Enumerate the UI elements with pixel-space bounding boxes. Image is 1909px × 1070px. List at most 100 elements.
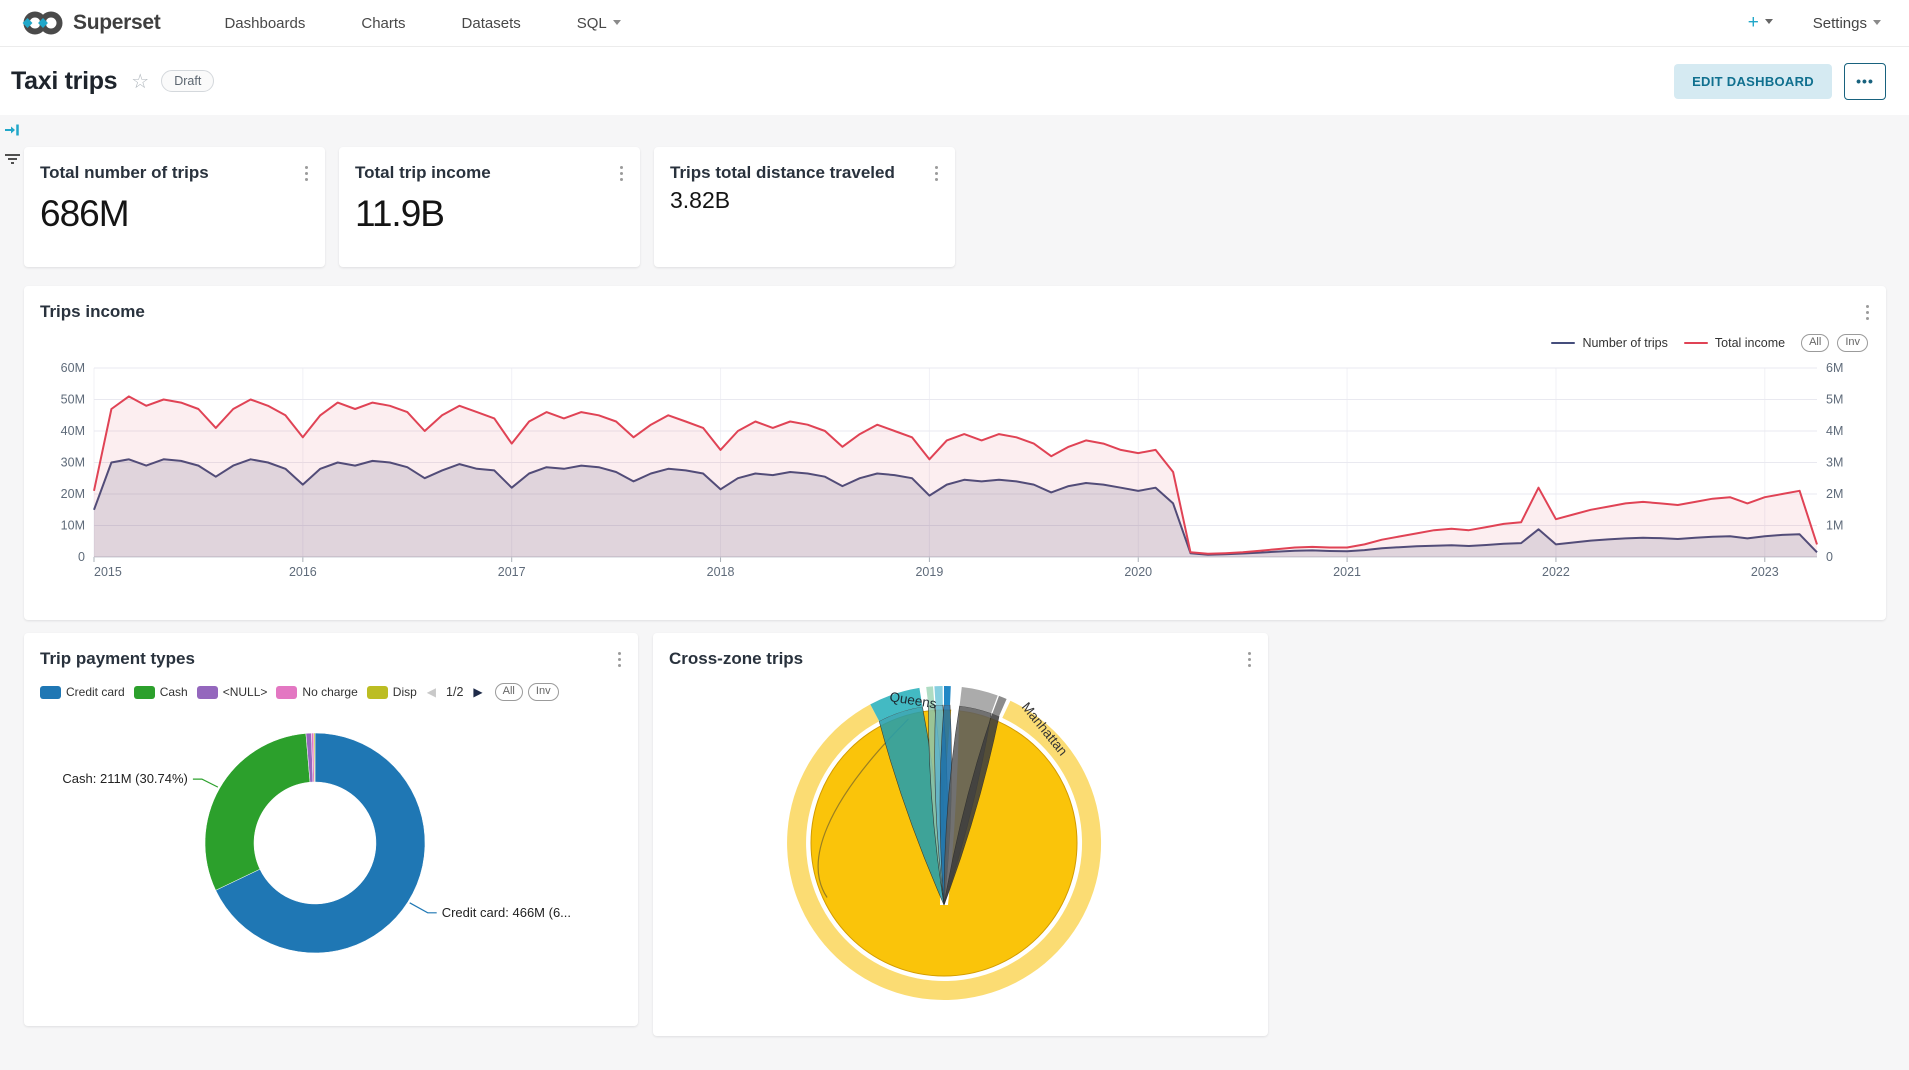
kpi-card-trip-income: Total trip income 11.9B — [339, 147, 640, 267]
kpi-card-total-trips: Total number of trips 686M — [24, 147, 325, 267]
cross-zone-trips-chart[interactable]: QueensManhattan — [653, 671, 1236, 1019]
y-left-tick-label: 40M — [61, 424, 85, 438]
legend-item-disp[interactable]: Disp — [367, 685, 417, 699]
trip-payment-types-chart[interactable]: Cash: 211M (30.74%)Credit card: 466M (6.… — [24, 701, 606, 997]
y-right-tick-label: 4M — [1826, 424, 1843, 438]
legend-item-cash[interactable]: Cash — [134, 685, 188, 699]
kpi-title: Total number of trips — [40, 162, 209, 183]
chart-title: Cross-zone trips — [669, 648, 803, 669]
status-badge: Draft — [161, 70, 214, 92]
x-tick-label: 2019 — [915, 565, 943, 579]
y-right-tick-label: 2M — [1826, 487, 1843, 501]
x-tick-label: 2015 — [94, 565, 122, 579]
legend-swatch — [197, 686, 218, 699]
x-tick-label: 2022 — [1542, 565, 1570, 579]
chevron-down-icon — [1873, 20, 1881, 25]
kpi-row: Total number of trips 686M Total trip in… — [24, 147, 1886, 267]
chart-title: Trips income — [40, 301, 145, 322]
kebab-menu-icon[interactable] — [302, 162, 311, 185]
legend-all-button[interactable]: All — [1801, 334, 1829, 352]
legend-item-number-of-trips[interactable]: Number of trips — [1551, 336, 1667, 350]
settings-menu[interactable]: Settings — [1813, 15, 1881, 32]
top-navbar: Superset Dashboards Charts Datasets SQL … — [0, 0, 1909, 47]
y-right-tick-label: 6M — [1826, 361, 1843, 375]
y-right-tick-label: 0 — [1826, 550, 1833, 564]
kpi-title: Trips total distance traveled — [670, 162, 895, 183]
callout-leader-credit-card — [410, 903, 437, 913]
legend-page-indicator: 1/2 — [446, 685, 463, 699]
nav-item-dashboards[interactable]: Dashboards — [224, 15, 305, 32]
legend-swatch — [276, 686, 297, 699]
pie-legend: Credit card Cash <NULL> No charge Disp ◀… — [24, 671, 638, 701]
kpi-card-total-distance: Trips total distance traveled 3.82B — [654, 147, 955, 267]
kpi-value: 11.9B — [339, 185, 640, 235]
pie-slice-disp — [314, 733, 315, 782]
x-tick-label: 2023 — [1751, 565, 1779, 579]
legend-item-credit-card[interactable]: Credit card — [40, 685, 125, 699]
chart-title: Trip payment types — [40, 648, 195, 669]
zone-arc-minor-4 — [944, 686, 951, 705]
page-title: Taxi trips — [11, 67, 117, 96]
legend-inv-button[interactable]: Inv — [528, 683, 559, 701]
x-tick-label: 2017 — [498, 565, 526, 579]
legend-item-null[interactable]: <NULL> — [197, 685, 268, 699]
dashboard-header: Taxi trips ☆ Draft EDIT DASHBOARD ••• — [0, 47, 1909, 115]
expand-filter-bar-icon[interactable] — [4, 123, 20, 137]
brand-name: Superset — [73, 11, 160, 35]
legend-swatch — [40, 686, 61, 699]
favorite-star-icon[interactable]: ☆ — [131, 69, 149, 94]
y-right-tick-label: 1M — [1826, 519, 1843, 533]
legend-prev-page-icon[interactable]: ◀ — [426, 686, 437, 698]
nav-item-datasets[interactable]: Datasets — [462, 15, 521, 32]
kebab-menu-icon[interactable] — [615, 648, 624, 671]
dashboard-content: Total number of trips 686M Total trip in… — [0, 115, 1909, 1036]
x-tick-label: 2018 — [707, 565, 735, 579]
dashboard-more-button[interactable]: ••• — [1844, 63, 1886, 100]
y-right-tick-label: 5M — [1826, 393, 1843, 407]
y-left-tick-label: 30M — [61, 456, 85, 470]
legend-inv-button[interactable]: Inv — [1837, 334, 1868, 352]
chevron-down-icon — [1765, 19, 1773, 24]
legend-item-no-charge[interactable]: No charge — [276, 685, 357, 699]
x-tick-label: 2020 — [1124, 565, 1152, 579]
superset-logo[interactable]: Superset — [22, 9, 160, 37]
y-left-tick-label: 50M — [61, 393, 85, 407]
nav-item-sql[interactable]: SQL — [577, 15, 621, 32]
kebab-menu-icon[interactable] — [1245, 648, 1254, 671]
legend-item-total-income[interactable]: Total income — [1684, 336, 1785, 350]
edit-dashboard-button[interactable]: EDIT DASHBOARD — [1674, 64, 1832, 99]
filter-funnel-icon[interactable] — [4, 154, 20, 164]
x-tick-label: 2021 — [1333, 565, 1361, 579]
main-menu: Dashboards Charts Datasets SQL — [224, 15, 620, 32]
y-left-tick-label: 20M — [61, 487, 85, 501]
legend-swatch — [1684, 342, 1708, 344]
new-button[interactable]: + — [1748, 12, 1773, 34]
trips-income-card: Trips income Number of trips Total incom… — [24, 286, 1886, 620]
series-area-1 — [94, 396, 1817, 557]
y-left-tick-label: 0 — [78, 550, 85, 564]
legend-swatch — [134, 686, 155, 699]
kpi-value: 686M — [24, 185, 325, 235]
y-left-tick-label: 10M — [61, 519, 85, 533]
callout-leader-cash — [193, 779, 218, 787]
superset-infinity-icon — [22, 9, 64, 37]
trips-income-chart[interactable]: 2015201620172018201920202021202220230010… — [24, 352, 1854, 592]
legend-swatch — [367, 686, 388, 699]
legend-next-page-icon[interactable]: ▶ — [472, 686, 483, 698]
nav-item-charts[interactable]: Charts — [361, 15, 405, 32]
cross-zone-trips-card: Cross-zone trips QueensManhattan — [653, 633, 1268, 1036]
legend-all-button[interactable]: All — [495, 683, 523, 701]
kpi-value: 3.82B — [654, 185, 955, 214]
legend-swatch — [1551, 342, 1575, 344]
kebab-menu-icon[interactable] — [932, 162, 941, 185]
pie-slice-cash — [205, 733, 310, 890]
y-right-tick-label: 3M — [1826, 456, 1843, 470]
kpi-title: Total trip income — [355, 162, 491, 183]
kebab-menu-icon[interactable] — [617, 162, 626, 185]
callout-label-cash: Cash: 211M (30.74%) — [62, 771, 188, 786]
trip-payment-types-card: Trip payment types Credit card Cash <NUL… — [24, 633, 638, 1026]
kebab-menu-icon[interactable] — [1863, 301, 1872, 324]
timeseries-legend: Number of trips Total income All Inv — [24, 324, 1886, 352]
chevron-down-icon — [613, 20, 621, 25]
y-left-tick-label: 60M — [61, 361, 85, 375]
